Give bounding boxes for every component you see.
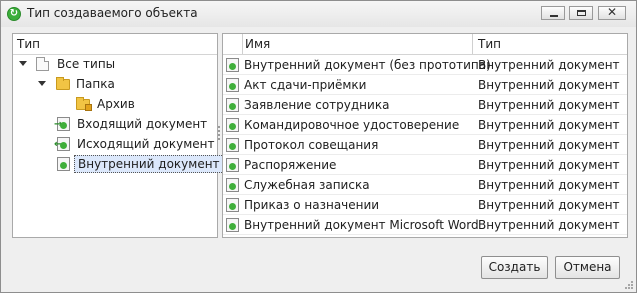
tree-item-label: Исходящий документ (77, 137, 215, 151)
tree-item-internal[interactable]: Внутренний документ (13, 155, 224, 173)
list-header: Имя Тип (223, 34, 627, 55)
list-item[interactable]: Приказ о назначении Внутренний документ (223, 195, 627, 215)
expand-arrow-icon[interactable] (19, 61, 27, 66)
close-icon: ✕ (606, 5, 618, 19)
internal-document-icon (226, 118, 239, 132)
tree-item-folder[interactable]: Папка (13, 75, 217, 93)
tree-item-label-selected: Внутренний документ (74, 155, 224, 173)
list-item-type: Внутренний документ (478, 78, 620, 92)
list-item-name: Акт сдачи-приёмки (244, 78, 367, 92)
list-item-type: Внутренний документ (478, 218, 620, 232)
window-title: Тип создаваемого объекта (27, 6, 198, 20)
expand-arrow-icon[interactable] (38, 81, 46, 86)
cancel-button[interactable]: Отмена (555, 256, 620, 279)
internal-document-icon (57, 157, 70, 171)
maximize-icon (577, 10, 586, 16)
tree-item-label: Папка (76, 77, 115, 91)
column-divider (472, 34, 473, 54)
list-item-name: Заявление сотрудника (244, 98, 390, 112)
app-logo-icon: ↻ (7, 7, 21, 21)
list-item[interactable]: Внутренний документ (без прототипа) Внут… (223, 55, 627, 75)
resize-grip-icon[interactable] (625, 281, 633, 289)
list-item-name: Протокол совещания (244, 138, 379, 152)
outgoing-document-icon (54, 136, 70, 154)
column-divider (242, 34, 243, 54)
internal-document-icon (226, 198, 239, 212)
list-item-name: Приказ о назначении (244, 198, 380, 212)
maximize-button[interactable] (569, 6, 593, 20)
list-item-name: Служебная записка (244, 178, 370, 192)
list-item-type: Внутренний документ (478, 178, 620, 192)
list-item-name: Внутренний документ Microsoft Word (244, 218, 479, 232)
tree-item-outgoing[interactable]: Исходящий документ (13, 135, 217, 154)
tree-item-archive[interactable]: Архив (13, 95, 217, 113)
folder-icon (56, 77, 70, 90)
list-item[interactable]: Акт сдачи-приёмки Внутренний документ (223, 75, 627, 95)
list-item-name: Командировочное удостоверение (244, 118, 460, 132)
internal-document-icon (226, 138, 239, 152)
list-item[interactable]: Внутренний документ Microsoft Word Внутр… (223, 215, 627, 235)
list-item-type: Внутренний документ (478, 58, 620, 72)
panel-splitter[interactable] (218, 126, 221, 142)
tree-item-label: Входящий документ (77, 117, 208, 131)
internal-document-icon (226, 178, 239, 192)
internal-document-icon (226, 158, 239, 172)
internal-document-icon (226, 58, 239, 72)
tree-item-label: Архив (97, 97, 135, 111)
list-item[interactable]: Служебная записка Внутренний документ (223, 175, 627, 195)
tree-item-all-types[interactable]: Все типы (13, 55, 217, 73)
title-bar[interactable]: ↻ Тип создаваемого объекта ✕ (1, 1, 636, 27)
list-item-type: Внутренний документ (478, 158, 620, 172)
column-header-type[interactable]: Тип (478, 37, 501, 51)
close-button[interactable]: ✕ (598, 5, 626, 20)
template-list-panel: Имя Тип Внутренний документ (без прототи… (222, 33, 628, 238)
list-item-type: Внутренний документ (478, 118, 620, 132)
archive-folder-icon (76, 97, 92, 111)
list-item[interactable]: Командировочное удостоверение Внутренний… (223, 115, 627, 135)
dialog-window: ↻ Тип создаваемого объекта ✕ Тип Все тип… (0, 0, 637, 293)
create-button[interactable]: Создать (481, 256, 548, 279)
list-item-type: Внутренний документ (478, 138, 620, 152)
type-tree-panel: Тип Все типы Папка Архив Входящий докуме… (12, 33, 224, 238)
list-item[interactable]: Протокол совещания Внутренний документ (223, 135, 627, 155)
list-item-type: Внутренний документ (478, 98, 620, 112)
list-item[interactable]: Распоряжение Внутренний документ (223, 155, 627, 175)
internal-document-icon (226, 98, 239, 112)
list-item[interactable]: Заявление сотрудника Внутренний документ (223, 95, 627, 115)
internal-document-icon (226, 78, 239, 92)
tree-item-label: Все типы (57, 57, 116, 71)
tree-header: Тип (13, 34, 217, 55)
list-item-name: Внутренний документ (без прототипа) (244, 58, 491, 72)
list-item-type: Внутренний документ (478, 198, 620, 212)
tree-item-incoming[interactable]: Входящий документ (13, 115, 217, 134)
internal-document-icon (226, 218, 239, 232)
incoming-document-icon (54, 116, 70, 134)
minimize-icon (550, 15, 558, 17)
tree-header-label: Тип (17, 37, 40, 51)
minimize-button[interactable] (541, 6, 565, 20)
document-icon (36, 57, 49, 71)
list-item-name: Распоряжение (244, 158, 337, 172)
column-header-name[interactable]: Имя (245, 37, 270, 51)
